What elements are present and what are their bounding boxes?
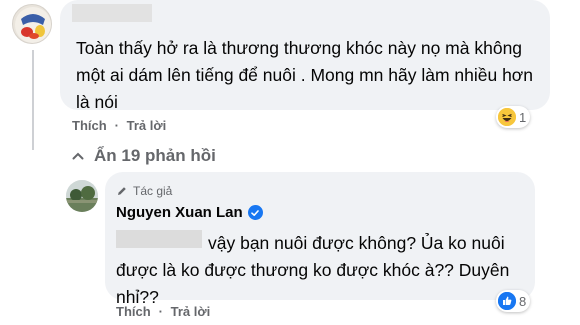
hide-replies-label: Ẩn 19 phản hồi [94, 146, 216, 165]
comment-text: Toàn thấy hở ra là thương thương khóc nà… [76, 38, 534, 112]
chevron-up-icon [72, 152, 84, 160]
redacted-commenter-name [72, 4, 152, 22]
author-avatar[interactable] [66, 180, 98, 212]
reaction-summary[interactable]: 8 [496, 290, 531, 312]
like-link[interactable]: Thích [116, 304, 151, 319]
reply-link[interactable]: Trả lời [127, 118, 167, 133]
author-badge-label: Tác giả [133, 184, 173, 198]
comment-actions: Thích · Trả lời [72, 118, 167, 133]
author-name[interactable]: Nguyen Xuan Lan [116, 204, 243, 221]
hide-replies-button[interactable]: Ẩn 19 phản hồi [72, 146, 216, 166]
redacted-mention [116, 230, 202, 248]
reply-link[interactable]: Trả lời [171, 304, 211, 319]
thread-line [32, 50, 34, 150]
author-badge: Tác giả [116, 184, 172, 198]
commenter-avatar[interactable] [12, 4, 52, 44]
reaction-count: 1 [519, 109, 527, 125]
pencil-icon [118, 187, 126, 195]
reaction-count: 8 [519, 293, 527, 309]
reply-actions: Thích · Trả lời [116, 304, 211, 319]
author-name-row: Nguyen Xuan Lan [116, 204, 263, 221]
verified-icon [247, 205, 263, 220]
haha-icon [498, 108, 516, 126]
like-link[interactable]: Thích [72, 118, 107, 133]
like-icon [498, 292, 516, 310]
reaction-summary[interactable]: 1 [496, 106, 531, 128]
